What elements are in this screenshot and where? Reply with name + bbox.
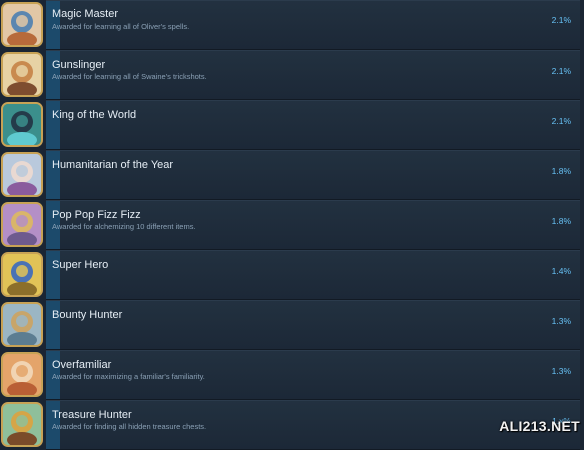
achievement-percent: 2.1% (551, 116, 571, 126)
achievement-name: Humanitarian of the Year (52, 159, 174, 171)
achievement-name: King of the World (52, 109, 137, 121)
achievement-percent: 1.3% (551, 366, 571, 376)
familiar-creature-icon (1, 352, 43, 397)
bounty-board-icon (1, 302, 43, 347)
achievement-name: Treasure Hunter (52, 409, 132, 421)
achievement-row[interactable]: Bounty Hunter 1.3% (0, 300, 584, 350)
achievement-row[interactable]: King of the World 2.1% (0, 100, 584, 150)
treasure-chest-icon (1, 402, 43, 447)
achievement-description: Awarded for alchemizing 10 different ite… (52, 222, 196, 231)
achievement-percent: 2.1% (551, 66, 571, 76)
achievement-percent: 2.1% (551, 15, 571, 25)
achievement-description: Awarded for learning all of Swaine's tri… (52, 72, 207, 81)
achievement-percent: 1.4% (551, 266, 571, 276)
achievement-row[interactable]: Gunslinger Awarded for learning all of S… (0, 50, 584, 100)
achievement-name: Gunslinger (52, 59, 106, 71)
gold-medal-icon (1, 252, 43, 297)
achievement-row[interactable]: Humanitarian of the Year 1.8% (0, 150, 584, 200)
swaine-portrait-icon (1, 52, 43, 97)
row-background (46, 100, 580, 150)
achievement-percent: 1.8% (551, 166, 571, 176)
row-background (46, 150, 580, 200)
achievement-name: Magic Master (52, 8, 119, 20)
achievement-row[interactable]: Super Hero 1.4% (0, 250, 584, 300)
character-portrait-icon (1, 152, 43, 197)
achievement-description: Awarded for maximizing a familiar's fami… (52, 372, 205, 381)
achievement-row[interactable]: Treasure Hunter Awarded for finding all … (0, 400, 584, 450)
achievement-name: Super Hero (52, 259, 109, 271)
achievement-percent: 1.8% (551, 216, 571, 226)
achievement-name: Overfamiliar (52, 359, 112, 371)
achievement-description: Awarded for learning all of Oliver's spe… (52, 22, 190, 31)
achievement-name: Bounty Hunter (52, 309, 123, 321)
achievement-name: Pop Pop Fizz Fizz (52, 209, 141, 221)
achievement-row[interactable]: Overfamiliar Awarded for maximizing a fa… (0, 350, 584, 400)
achievement-percent: 1.3% (551, 316, 571, 326)
world-tree-icon (1, 102, 43, 147)
row-background (46, 300, 580, 350)
achievement-description: Awarded for finding all hidden treasure … (52, 422, 207, 431)
alchemy-cauldron-icon (1, 202, 43, 247)
watermark: ALI213.NET (499, 418, 580, 434)
achievement-row[interactable]: Pop Pop Fizz Fizz Awarded for alchemizin… (0, 200, 584, 250)
achievement-row[interactable]: Magic Master Awarded for learning all of… (0, 0, 584, 50)
row-background (46, 250, 580, 300)
oliver-portrait-icon (1, 2, 43, 47)
